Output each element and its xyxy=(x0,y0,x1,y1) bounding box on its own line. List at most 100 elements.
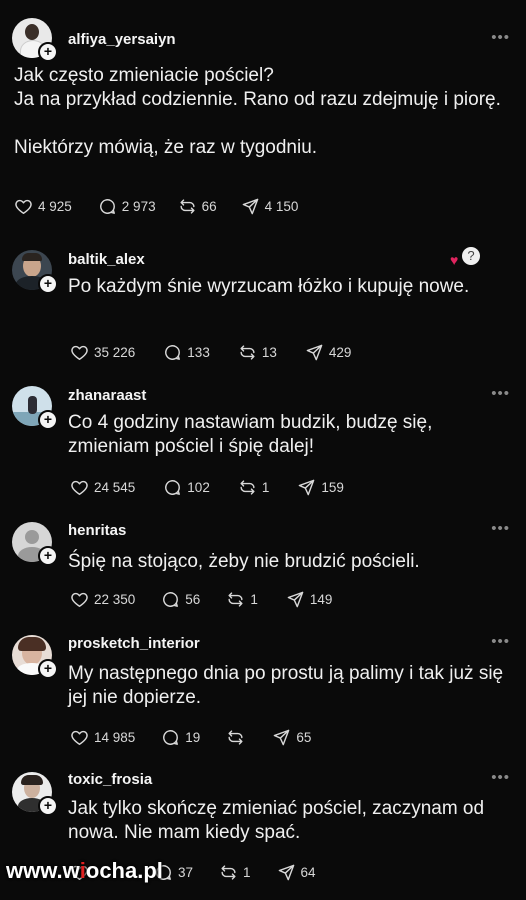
comment-icon xyxy=(161,590,180,609)
comment-count: 56 xyxy=(185,592,201,607)
share-button[interactable]: 64 xyxy=(277,863,316,882)
watermark: www.wiocha.pl xyxy=(6,858,163,883)
follow-plus-icon[interactable]: + xyxy=(38,796,58,816)
username[interactable]: henritas xyxy=(68,522,126,539)
like-count: 24 545 xyxy=(94,480,136,495)
thread-post: + zhanaraast ••• Co 4 godziny nastawiam … xyxy=(0,370,526,510)
post-text: My następnego dnia po prostu ją palimy i… xyxy=(68,663,504,708)
heart-icon xyxy=(14,197,33,216)
like-count: 14 985 xyxy=(94,730,136,745)
repost-button[interactable]: 1 xyxy=(226,590,258,609)
share-button[interactable]: 159 xyxy=(297,478,344,497)
heart-icon xyxy=(70,728,89,747)
repost-button[interactable]: 66 xyxy=(178,197,217,216)
like-button[interactable]: 22 350 xyxy=(70,590,135,609)
share-count: 149 xyxy=(309,592,333,607)
share-button[interactable]: 149 xyxy=(286,590,333,609)
comment-button[interactable]: 2 973 xyxy=(98,197,156,216)
more-horizontal-icon[interactable]: ••• xyxy=(491,385,510,402)
follow-plus-icon[interactable]: + xyxy=(38,42,58,62)
post-actions: 14 985 19 65 xyxy=(70,728,337,747)
repost-count: 1 xyxy=(250,592,258,607)
post-text: Jak tylko skończę zmieniać pościel, zacz… xyxy=(68,798,485,843)
send-icon xyxy=(241,197,260,216)
thread-post: + baltik_alex ? ♥ Po każdym śnie wyrzuca… xyxy=(0,230,526,370)
repost-icon xyxy=(238,478,257,497)
send-icon xyxy=(286,590,305,609)
repost-icon xyxy=(226,590,245,609)
repost-button[interactable]: 13 xyxy=(238,343,277,362)
repost-icon xyxy=(219,863,238,882)
more-horizontal-icon[interactable]: ••• xyxy=(491,769,510,786)
comment-button[interactable]: 19 xyxy=(161,728,200,747)
more-horizontal-icon[interactable]: ••• xyxy=(491,520,510,537)
repost-button[interactable]: 1 xyxy=(219,863,251,882)
post-actions: 4 925 2 973 66 4 150 xyxy=(14,197,324,216)
follow-plus-icon[interactable]: + xyxy=(38,274,58,294)
share-button[interactable]: 429 xyxy=(305,343,352,362)
share-count: 429 xyxy=(328,345,352,360)
more-horizontal-icon[interactable]: ••• xyxy=(491,29,510,46)
avatar[interactable]: + xyxy=(12,522,58,566)
avatar[interactable]: + xyxy=(12,635,58,679)
follow-plus-icon[interactable]: + xyxy=(38,659,58,679)
username[interactable]: prosketch_interior xyxy=(68,635,200,652)
repost-icon xyxy=(226,728,245,747)
repost-count: 1 xyxy=(261,480,270,495)
post-actions: 35 226 133 13 429 xyxy=(70,343,377,362)
share-button[interactable]: 65 xyxy=(272,728,311,747)
like-button[interactable]: 24 545 xyxy=(70,478,135,497)
comment-icon xyxy=(163,343,182,362)
more-horizontal-icon[interactable]: ••• xyxy=(491,633,510,650)
post-text: Jak często zmieniacie pościel? Ja na prz… xyxy=(14,65,501,158)
comment-button[interactable]: 102 xyxy=(163,478,210,497)
username[interactable]: baltik_alex xyxy=(68,251,145,268)
heart-icon xyxy=(70,590,89,609)
follow-plus-icon[interactable]: + xyxy=(38,546,58,566)
post-text: Śpię na stojąco, żeby nie brudzić poście… xyxy=(68,551,420,572)
like-button[interactable]: 35 226 xyxy=(70,343,135,362)
comment-count: 102 xyxy=(187,480,210,495)
username[interactable]: zhanaraast xyxy=(68,387,146,404)
comment-button[interactable]: 133 xyxy=(163,343,210,362)
avatar[interactable]: + xyxy=(12,18,58,62)
post-text: Co 4 godziny nastawiam budzik, budzę się… xyxy=(68,412,433,457)
avatar[interactable]: + xyxy=(12,772,58,816)
comment-icon xyxy=(98,197,117,216)
repost-button[interactable] xyxy=(226,728,250,747)
username[interactable]: toxic_frosia xyxy=(68,771,152,788)
send-icon xyxy=(297,478,316,497)
post-text: Po każdym śnie wyrzucam łóżko i kupuję n… xyxy=(68,276,470,297)
like-button[interactable]: 4 925 xyxy=(14,197,72,216)
like-count: 22 350 xyxy=(94,592,136,607)
send-icon xyxy=(277,863,296,882)
comment-count: 133 xyxy=(187,345,210,360)
share-count: 4 150 xyxy=(264,199,299,214)
comment-button[interactable]: 56 xyxy=(161,590,200,609)
like-button[interactable]: 14 985 xyxy=(70,728,135,747)
comment-icon xyxy=(161,728,180,747)
post-actions: 22 350 56 1 149 xyxy=(70,590,358,609)
thread-post: + henritas ••• Śpię na stojąco, żeby nie… xyxy=(0,510,526,625)
like-count: 35 226 xyxy=(94,345,136,360)
repost-icon xyxy=(238,343,257,362)
heart-icon xyxy=(70,478,89,497)
avatar[interactable]: + xyxy=(12,386,58,430)
share-count: 159 xyxy=(321,480,344,495)
avatar[interactable]: + xyxy=(12,250,58,294)
like-count: 4 925 xyxy=(38,199,72,214)
thread-post: + prosketch_interior ••• My następnego d… xyxy=(0,625,526,760)
send-icon xyxy=(305,343,324,362)
heart-icon xyxy=(70,343,89,362)
share-count: 64 xyxy=(300,865,316,880)
repost-count: 13 xyxy=(261,345,277,360)
username[interactable]: alfiya_yersaiyn xyxy=(68,31,176,48)
repost-count: 66 xyxy=(201,199,217,214)
repost-icon xyxy=(178,197,197,216)
share-button[interactable]: 4 150 xyxy=(241,197,299,216)
repost-button[interactable]: 1 xyxy=(238,478,270,497)
post-actions: 24 545 102 1 159 xyxy=(70,478,370,497)
follow-plus-icon[interactable]: + xyxy=(38,410,58,430)
send-icon xyxy=(272,728,291,747)
thread-post: + alfiya_yersaiyn ••• Jak często zmienia… xyxy=(0,0,526,230)
